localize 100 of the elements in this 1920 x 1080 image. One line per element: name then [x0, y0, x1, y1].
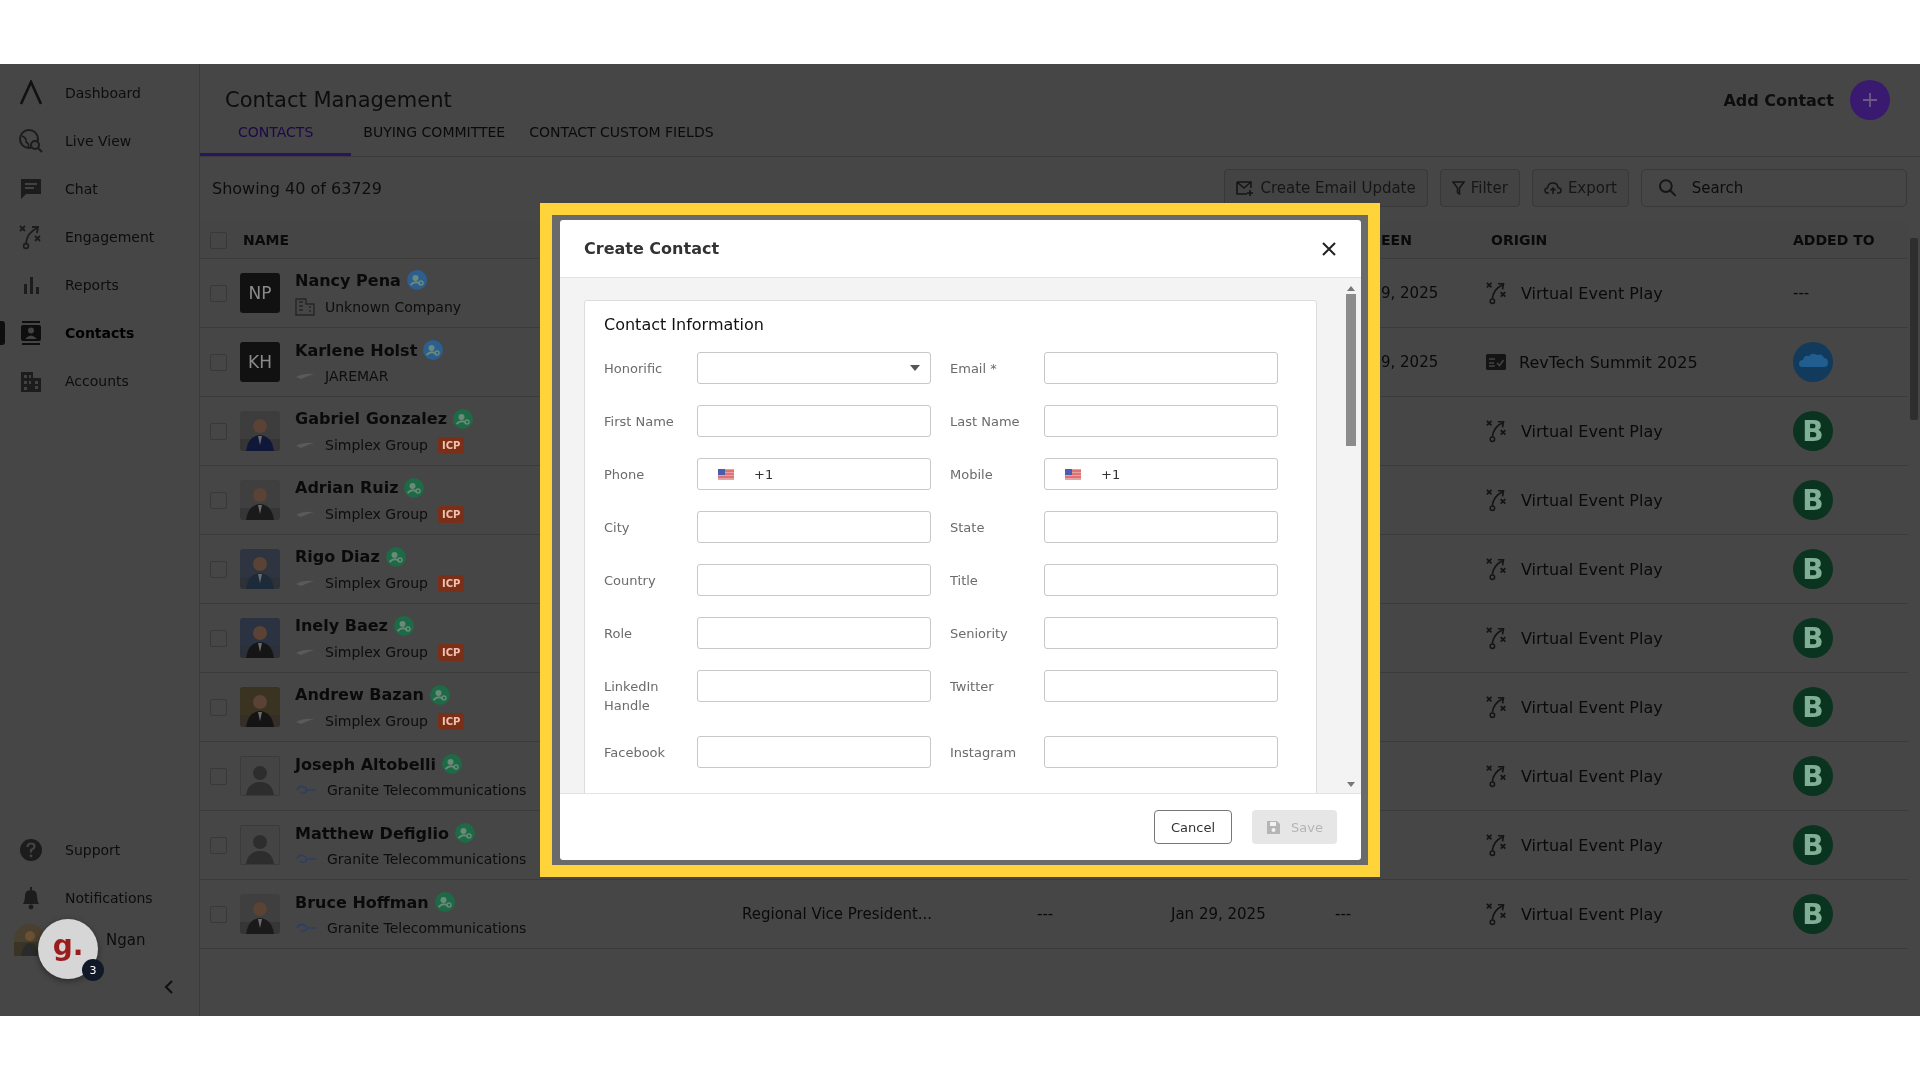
- page-title: Contact Management: [225, 88, 452, 113]
- input-field[interactable]: [1044, 511, 1278, 543]
- cancel-button[interactable]: Cancel: [1154, 810, 1233, 844]
- field-label: Role: [604, 625, 633, 643]
- company-name: Simplex Group: [325, 713, 428, 729]
- strategy-icon: [1485, 625, 1509, 651]
- contact-name[interactable]: Rigo Diaz: [295, 547, 380, 566]
- company-name: Granite Telecommunications: [327, 851, 527, 867]
- strategy-icon: [1485, 556, 1509, 582]
- filter-icon: [1451, 181, 1465, 195]
- scrollbar-thumb[interactable]: [1910, 238, 1918, 420]
- swirl-logo-icon: [295, 784, 317, 796]
- last-seen-cell: ---: [1335, 905, 1352, 923]
- field-label: Seniority: [949, 625, 1009, 643]
- contact-name[interactable]: Gabriel Gonzalez: [295, 409, 447, 428]
- save-icon: [1266, 819, 1282, 835]
- input-field[interactable]: [697, 617, 931, 649]
- company-name: Simplex Group: [325, 506, 428, 522]
- strategy-icon: [1485, 763, 1509, 789]
- section-title: Contact Information: [604, 315, 765, 334]
- contact-name[interactable]: Nancy Pena: [295, 270, 401, 290]
- add-contact-button[interactable]: [1850, 80, 1890, 121]
- tab[interactable]: CONTACT CUSTOM FIELDS: [517, 120, 726, 156]
- nav-item[interactable]: Engagement: [0, 213, 199, 261]
- input-field[interactable]: [697, 736, 931, 768]
- phone-field[interactable]: +1: [1044, 458, 1278, 490]
- origin-name: Virtual Event Play: [1521, 559, 1663, 579]
- origin-name: Virtual Event Play: [1521, 904, 1663, 924]
- nav-item[interactable]: Contacts: [0, 309, 199, 357]
- company-name: Simplex Group: [325, 644, 428, 660]
- letter-logo: B: [1793, 894, 1833, 934]
- logo-icon: [18, 80, 44, 106]
- nav-item[interactable]: Accounts: [0, 357, 199, 405]
- origin-name: Virtual Event Play: [1521, 835, 1663, 855]
- input-field[interactable]: [1044, 617, 1278, 649]
- tab[interactable]: CONTACTS: [200, 120, 352, 156]
- contact-name[interactable]: Karlene Holst: [295, 340, 418, 360]
- tab[interactable]: BUYING COMMITTEE: [351, 120, 518, 156]
- contact-name[interactable]: Inely Baez: [295, 616, 388, 635]
- input-field[interactable]: [1044, 736, 1278, 768]
- mail-plus-icon: [1236, 180, 1255, 196]
- nav-item[interactable]: Notifications: [0, 874, 199, 922]
- input-field[interactable]: [1044, 670, 1278, 702]
- caret-icon: [910, 365, 920, 371]
- strategy-icon: [1485, 418, 1509, 444]
- nav-item[interactable]: Chat: [0, 165, 199, 213]
- job-title: Regional Vice President...: [742, 905, 933, 923]
- column-header: ORIGIN: [1490, 232, 1549, 248]
- input-field[interactable]: [1044, 564, 1278, 596]
- input-field[interactable]: [697, 405, 931, 437]
- strategy-icon: [18, 224, 44, 250]
- input-field[interactable]: [697, 564, 931, 596]
- scroll-up-icon[interactable]: [1347, 286, 1355, 291]
- results-count: Showing 40 of 63729: [212, 178, 382, 198]
- contact-name[interactable]: Matthew Defiglio: [295, 823, 449, 843]
- scroll-down-icon[interactable]: [1347, 782, 1355, 787]
- nav-item[interactable]: Reports: [0, 261, 199, 309]
- field-label: Email *: [949, 360, 998, 378]
- icp-tag: ICP: [437, 712, 465, 730]
- letter-logo: B: [1793, 618, 1833, 658]
- contact-name[interactable]: Andrew Bazan: [295, 685, 424, 704]
- search-input[interactable]: Search: [1689, 178, 1890, 198]
- chevron-left-icon: [163, 978, 175, 995]
- column-header: ADDED TO: [1793, 232, 1876, 248]
- field-label: Instagram: [949, 744, 1018, 762]
- letter-logo: B: [1793, 549, 1833, 589]
- input-field[interactable]: [1044, 405, 1278, 437]
- field-label: Facebook: [604, 744, 667, 762]
- contact-name[interactable]: Bruce Hoffman: [295, 892, 429, 912]
- dialog-title: Create Contact: [584, 239, 720, 258]
- table-cell: ---: [1037, 905, 1054, 923]
- field-label: Phone: [604, 466, 646, 484]
- input-field[interactable]: [1044, 352, 1278, 384]
- icp-tag: ICP: [437, 643, 465, 661]
- scrollbar-thumb[interactable]: [1346, 294, 1356, 446]
- strategy-icon: [1485, 487, 1509, 513]
- field-label: Last Name: [949, 413, 1021, 431]
- last-seen-cell: 9, 2025: [1381, 284, 1439, 302]
- nav-item[interactable]: Support: [0, 826, 199, 874]
- cloud-logo-icon: [1793, 342, 1833, 382]
- contact-name[interactable]: Joseph Altobelli: [295, 754, 436, 774]
- nav-item[interactable]: Live View: [0, 117, 199, 165]
- contact-name[interactable]: Adrian Ruiz: [295, 478, 399, 497]
- avatar: NP: [240, 273, 280, 313]
- field-label: City: [604, 519, 631, 537]
- close-icon: [1321, 240, 1337, 257]
- field-label: Honorific: [604, 360, 664, 378]
- phone-field[interactable]: +1: [697, 458, 931, 490]
- nav-item[interactable]: Dashboard: [0, 69, 199, 117]
- input-field[interactable]: [697, 511, 931, 543]
- contact-card-icon: [18, 320, 44, 346]
- cloud-upload-icon: [1543, 181, 1562, 195]
- person-silhouette-icon: [240, 756, 280, 796]
- company-name: JAREMAR: [325, 368, 389, 384]
- origin-name: Virtual Event Play: [1521, 628, 1663, 648]
- strategy-icon: [1485, 832, 1509, 858]
- input-field[interactable]: [697, 670, 931, 702]
- select-field[interactable]: [697, 352, 931, 384]
- person-silhouette-icon: [240, 825, 280, 865]
- search-field[interactable]: Search: [1641, 169, 1907, 207]
